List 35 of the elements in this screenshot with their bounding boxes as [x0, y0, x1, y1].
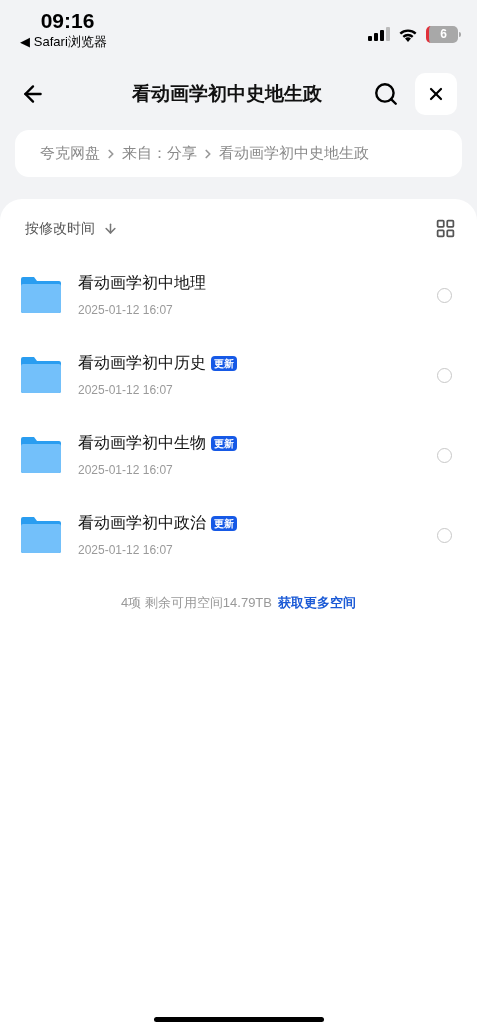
battery-indicator: 6 [426, 25, 461, 43]
file-row[interactable]: 看动画学初中历史 更新 2025-01-12 16:07 [0, 335, 477, 415]
get-more-space-link[interactable]: 获取更多空间 [278, 593, 356, 613]
modified-date: 2025-01-12 16:07 [78, 542, 174, 559]
folder-icon [20, 437, 62, 473]
search-icon[interactable] [373, 81, 399, 107]
file-row[interactable]: 看动画学初中生物 更新 2025-01-12 16:07 [0, 415, 477, 495]
update-badge: 更新 [211, 515, 237, 531]
folder-name: 看动画学初中政治 [78, 513, 206, 533]
modified-date: 2025-01-12 16:07 [78, 382, 174, 399]
folder-name: 看动画学初中地理 [78, 273, 206, 293]
sort-button[interactable]: 按修改时间 [25, 217, 118, 239]
sort-down-icon [103, 220, 118, 236]
grid-view-icon[interactable] [435, 217, 456, 239]
status-time: 09:16 [39, 8, 95, 34]
folder-icon [20, 517, 62, 553]
folder-icon [20, 277, 62, 313]
close-button[interactable] [415, 73, 457, 115]
storage-summary: 4项 剩余可用空间14.79TB [121, 594, 272, 612]
back-to-app-link[interactable]: ◀ Safari浏览器 [20, 34, 107, 50]
breadcrumb-item[interactable]: 看动画学初中史地生政 [219, 142, 369, 165]
file-row[interactable]: 看动画学初中政治 更新 2025-01-12 16:07 [0, 495, 477, 575]
page-title: 看动画学初中史地生政 [130, 81, 323, 106]
folder-name: 看动画学初中生物 [78, 433, 206, 453]
modified-date: 2025-01-12 16:07 [78, 462, 174, 479]
update-badge: 更新 [211, 355, 237, 371]
file-row[interactable]: 看动画学初中地理 2025-01-12 16:07 [0, 255, 477, 335]
modified-date: 2025-01-12 16:07 [78, 302, 174, 319]
signal-icon [368, 27, 390, 41]
folder-icon [20, 357, 62, 393]
breadcrumb-item[interactable]: 来自：分享 [122, 142, 197, 165]
folder-name: 看动画学初中历史 [78, 353, 206, 373]
update-badge: 更新 [211, 435, 237, 451]
breadcrumb-item[interactable]: 夸克网盘 [40, 142, 100, 165]
wifi-icon [398, 26, 418, 42]
